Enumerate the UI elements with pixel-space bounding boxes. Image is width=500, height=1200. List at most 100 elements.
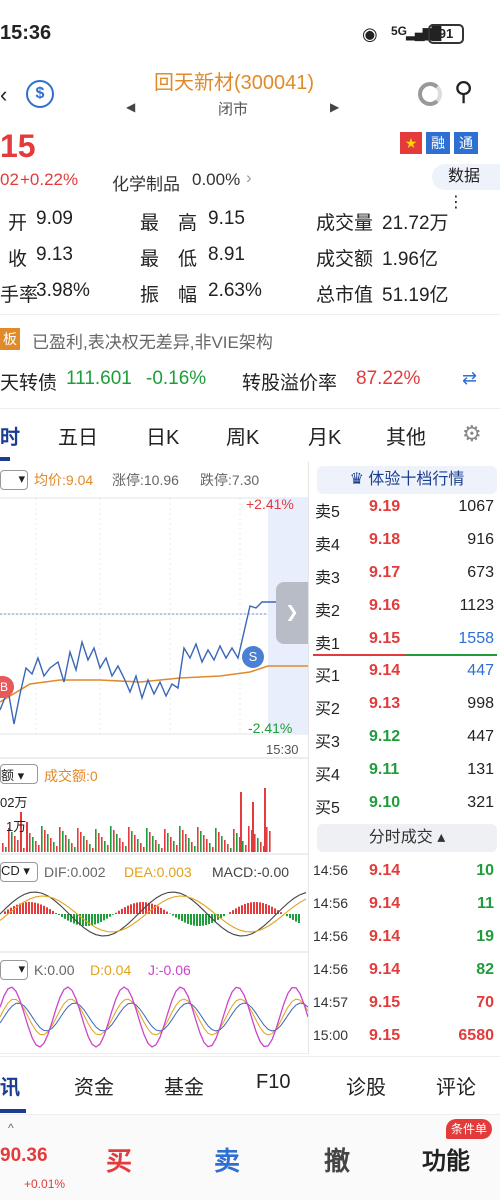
market-cap-value: 51.19亿	[382, 285, 449, 306]
sector-pct: 0.00%	[192, 170, 241, 189]
open-label: 开	[8, 213, 28, 234]
volume-bar	[59, 827, 61, 852]
macd-bar	[103, 914, 105, 921]
macd-bar	[268, 905, 270, 914]
macd-bar	[115, 912, 117, 914]
d-line	[0, 1002, 308, 1032]
volume-bar	[179, 826, 181, 852]
macd-bar	[244, 903, 246, 914]
tick-time: 14:57	[313, 994, 349, 1010]
convertible-label[interactable]: 天转债	[0, 368, 57, 395]
close-label: 收	[8, 249, 28, 270]
macd-bar	[280, 912, 282, 914]
stock-header: ‹ $ 回天新材(300041) ◀ 闭市 ▶ ⚲	[0, 60, 500, 128]
chevron-right-icon[interactable]: ›	[246, 168, 252, 188]
macd-bar	[157, 906, 159, 914]
ask-price: 9.17	[369, 564, 401, 581]
stock-title[interactable]: 回天新材(300041)	[154, 66, 314, 95]
volume-select[interactable]: 额 ▾	[0, 764, 38, 784]
gear-icon[interactable]: ⚙	[462, 421, 482, 447]
tab-diagnosis[interactable]: 诊股	[346, 1071, 386, 1100]
tab-intraday[interactable]: 时	[0, 421, 20, 450]
tab-weekly[interactable]: 周K	[226, 421, 259, 450]
ask-price: 9.19	[369, 498, 401, 515]
buy-button[interactable]: 买	[106, 1141, 132, 1178]
macd-bar	[97, 914, 99, 924]
next-stock-icon[interactable]: ▶	[330, 100, 339, 114]
expand-book-handle[interactable]: ❯	[276, 582, 308, 644]
time-sales-button[interactable]: 分时成交 ▴	[317, 824, 497, 852]
premium-quote-button[interactable]: ♛ 体验十档行情	[317, 466, 497, 494]
sell-button[interactable]: 卖	[214, 1141, 240, 1178]
ask-volume: 1558	[458, 630, 494, 647]
chevron-up-icon[interactable]: ^	[8, 1121, 14, 1135]
connect-tag[interactable]: 通	[454, 132, 478, 154]
macd-select[interactable]: CD ▾	[0, 862, 38, 882]
refresh-icon[interactable]	[418, 82, 442, 106]
premium-quote-label: 体验十档行情	[368, 471, 465, 488]
ask-volume: 1067	[458, 498, 494, 515]
index-value[interactable]: 90.36	[0, 1145, 48, 1167]
macd-bar	[106, 914, 108, 919]
chart-type-select[interactable]: ▾	[0, 470, 28, 490]
low-label: 最 低	[140, 249, 198, 270]
volume-bar	[125, 846, 127, 852]
volume-bars	[2, 788, 271, 852]
macd-bars	[4, 902, 300, 926]
bid-price: 9.12	[369, 728, 401, 745]
premium-label: 转股溢价率	[242, 373, 338, 394]
volume-bar	[185, 834, 187, 852]
tick-volume: 70	[476, 994, 494, 1011]
tab-news[interactable]: 讯	[0, 1071, 20, 1100]
sell-marker[interactable]: S	[242, 646, 264, 668]
close-value: 9.13	[36, 244, 73, 265]
index-pct: +0.01%	[24, 1177, 66, 1191]
volume-select-label: 额	[1, 768, 15, 783]
tick-time: 14:56	[313, 895, 349, 911]
prev-stock-icon[interactable]: ◀	[126, 100, 135, 114]
kdj-select[interactable]: ▾	[0, 960, 28, 980]
macd-bar	[292, 914, 294, 920]
market-cap-label: 总市值	[316, 285, 374, 306]
volume-bar	[5, 847, 7, 852]
market-status: 闭市	[218, 101, 249, 118]
tab-monthly[interactable]: 月K	[308, 421, 341, 450]
conditional-order-badge[interactable]: 条件单	[446, 1119, 493, 1139]
volume-bar	[116, 834, 118, 852]
tab-f10[interactable]: F10	[256, 1071, 290, 1094]
cancel-order-button[interactable]: 撤	[324, 1141, 350, 1178]
data-button[interactable]: 数据 ⋮	[432, 164, 500, 211]
tab-fund[interactable]: 基金	[164, 1071, 204, 1100]
margin-tag[interactable]: 融	[426, 132, 450, 154]
volume-bar	[65, 835, 67, 852]
macd-bar	[202, 914, 204, 926]
macd-bar	[166, 911, 168, 914]
volume-bar	[266, 827, 268, 852]
high-value: 9.15	[208, 208, 245, 229]
volume-bar	[14, 836, 16, 852]
intraday-chart[interactable]: ▾ 均价:9.04 涨停:10.96 跌停:7.30 +2.41% -2.41%…	[0, 462, 308, 1054]
tab-comments[interactable]: 评论	[436, 1071, 476, 1100]
volume-bar	[260, 842, 262, 852]
tab-daily[interactable]: 日K	[146, 421, 179, 450]
ask-volume: 1123	[459, 597, 494, 614]
macd-bar	[163, 909, 165, 914]
volume-bar	[71, 843, 73, 852]
volume-bar	[164, 829, 166, 852]
back-icon[interactable]: ‹	[0, 82, 7, 108]
bid-volume: 998	[467, 695, 494, 712]
tab-other[interactable]: 其他	[386, 421, 426, 450]
volume-bar	[89, 844, 91, 852]
tab-funds[interactable]: 资金	[74, 1071, 114, 1100]
volume-bar	[98, 833, 100, 852]
sector-name[interactable]: 化学制品	[112, 170, 180, 195]
functions-button[interactable]: 功能	[422, 1141, 470, 1176]
volume-bar	[41, 826, 43, 852]
volume-bar	[23, 848, 25, 852]
switch-icon[interactable]: ⇄	[462, 368, 477, 389]
tab-five-day[interactable]: 五日	[58, 421, 98, 450]
search-icon[interactable]: ⚲	[454, 76, 473, 107]
price-change-pct: +0.22%	[20, 170, 79, 189]
macd-bar	[193, 914, 195, 926]
macd-bar	[199, 914, 201, 926]
